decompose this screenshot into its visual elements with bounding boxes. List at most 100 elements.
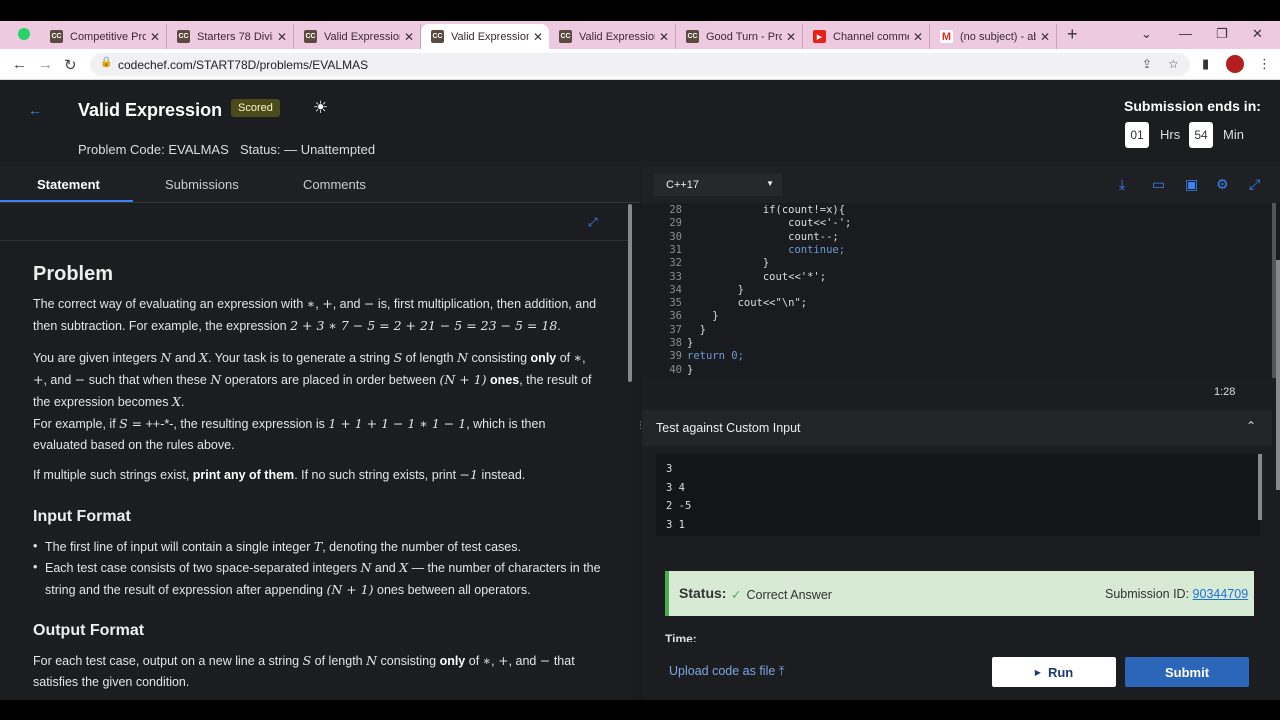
problem-paragraph: If multiple such strings exist, print an…	[33, 467, 526, 482]
fullscreen-icon[interactable]: ⤢	[1249, 176, 1260, 193]
custom-input-title: Test against Custom Input	[656, 421, 801, 435]
problem-paragraph: The correct way of evaluating an express…	[33, 296, 597, 333]
page-scrollbar[interactable]	[1276, 260, 1280, 490]
codechef-favicon-icon: CC	[686, 30, 699, 43]
tab-comments[interactable]: Comments	[303, 177, 366, 192]
input-scrollbar[interactable]	[1258, 454, 1262, 520]
browser-tab[interactable]: ▶ Channel comme ✕	[803, 24, 930, 49]
editor-toolbar: C++17 ▼ ⤓ ▭ ▣ ⚙ ⤢	[642, 166, 1280, 203]
share-icon[interactable]: ⇪	[1142, 57, 1152, 71]
custom-input-header[interactable]: Test against Custom Input ⌃	[642, 410, 1272, 446]
close-tab-icon[interactable]: ✕	[150, 30, 160, 44]
tab-search-chevron-icon[interactable]: ⌄	[1141, 26, 1152, 42]
tab-submissions[interactable]: Submissions	[165, 177, 239, 192]
code-line: 32 }	[669, 257, 770, 270]
minimize-icon[interactable]: —	[1179, 26, 1192, 41]
action-bar: Upload code as file ⤒ ▶ Run Submit	[642, 642, 1280, 700]
bookmark-star-icon[interactable]: ☆	[1168, 57, 1179, 71]
code-editor[interactable]: 28 if(count!=x){ 29 cout<<'-'; 30 count-…	[642, 203, 1280, 378]
minutes-box: 54	[1189, 122, 1213, 148]
code-line: 38}	[669, 337, 694, 349]
close-tab-icon[interactable]: ✕	[533, 30, 543, 44]
code-line: 37 }	[669, 323, 706, 336]
top-black-bar	[0, 0, 1280, 21]
problem-tabs: Statement Submissions Comments	[0, 166, 640, 203]
back-arrow-icon[interactable]: ←	[28, 102, 42, 118]
back-arrow-icon[interactable]: ←	[12, 56, 27, 73]
tab-title: Valid Expression	[451, 30, 529, 43]
codechef-favicon-icon: CC	[559, 30, 572, 43]
tab-title: Good Turn - Pro	[706, 30, 782, 43]
submission-id-link[interactable]: 90344709	[1193, 587, 1249, 601]
tab-statement[interactable]: Statement	[37, 177, 100, 192]
youtube-favicon-icon: ▶	[813, 30, 826, 43]
codechef-favicon-icon: CC	[431, 30, 444, 43]
problem-status: Status: — Unattempted	[240, 142, 376, 157]
run-button[interactable]: ▶ Run	[992, 657, 1116, 687]
gmail-favicon-icon: M	[940, 30, 953, 43]
tab-title: (no subject) - ab	[960, 30, 1036, 43]
pane-divider[interactable]	[632, 203, 642, 700]
more-menu-icon[interactable]: ⋮	[1258, 56, 1271, 72]
language-value: C++17	[666, 179, 700, 191]
tab-title: Valid Expression	[579, 30, 655, 43]
theme-toggle-sun-icon[interactable]: ☀	[313, 98, 328, 118]
browser-tab[interactable]: CC Competitive Pro ✕	[40, 24, 167, 49]
maximize-icon[interactable]: ❐	[1216, 26, 1228, 42]
close-tab-icon[interactable]: ✕	[404, 30, 414, 44]
tab-title: Starters 78 Divisi	[197, 30, 273, 43]
close-tab-icon[interactable]: ✕	[277, 30, 287, 44]
browser-tab[interactable]: M (no subject) - ab ✕	[930, 24, 1057, 49]
browser-tab[interactable]: CC Good Turn - Pro ✕	[676, 24, 803, 49]
browser-tab[interactable]: CC Valid Expression ✕	[294, 24, 421, 49]
screen: CC Competitive Pro ✕ CC Starters 78 Divi…	[0, 0, 1280, 720]
list-item: Each test case consists of two space-sep…	[33, 557, 605, 601]
problem-paragraph: For each test case, output on a new line…	[33, 653, 575, 689]
save-icon[interactable]: ▣	[1185, 176, 1198, 193]
upload-icon: ⤒	[778, 664, 785, 678]
submission-id: Submission ID: 90344709	[1105, 587, 1249, 601]
tab-title: Channel comme	[833, 30, 909, 43]
settings-gear-icon[interactable]: ⚙	[1216, 176, 1229, 193]
sidepanel-icon[interactable]: ▮	[1202, 56, 1209, 72]
problem-statement: ⤢ Problem The correct way of evaluating …	[0, 203, 632, 700]
close-tab-icon[interactable]: ✕	[913, 30, 923, 44]
codechef-favicon-icon: CC	[50, 30, 63, 43]
submission-ends-label: Submission ends in:	[1124, 98, 1261, 114]
status-label: Status:	[679, 585, 727, 601]
divider	[0, 240, 632, 241]
custom-input-field[interactable]: 3 3 4 2 -5 3 1	[656, 454, 1260, 536]
browser-tab[interactable]: CC Starters 78 Divisi ✕	[167, 24, 294, 49]
code-line: 35 cout<<"\n";	[669, 297, 808, 310]
status-value: ✓ Correct Answer	[731, 588, 832, 602]
profile-avatar[interactable]	[1226, 55, 1244, 73]
submit-button[interactable]: Submit	[1125, 657, 1249, 687]
comment-icon[interactable]: ▭	[1152, 176, 1165, 193]
language-select[interactable]: C++17 ▼	[654, 174, 782, 196]
problem-header: ← Valid Expression Scored ☀ Problem Code…	[0, 80, 1280, 166]
reload-icon[interactable]: ↻	[64, 56, 77, 74]
new-tab-button[interactable]: +	[1067, 24, 1078, 45]
url-field[interactable]: 🔒 codechef.com/START78D/problems/EVALMAS…	[90, 53, 1190, 76]
forward-arrow-icon[interactable]: →	[38, 56, 53, 73]
browser-tab-active[interactable]: CC Valid Expression ✕	[421, 24, 549, 49]
close-window-icon[interactable]: ✕	[1252, 26, 1263, 42]
browser-tab-strip: CC Competitive Pro ✕ CC Starters 78 Divi…	[0, 21, 1280, 49]
browser-tab[interactable]: CC Valid Expression ✕	[549, 24, 676, 49]
close-tab-icon[interactable]: ✕	[1040, 30, 1050, 44]
bottom-black-bar	[0, 700, 1280, 720]
minutes-label: Min	[1223, 127, 1244, 142]
close-tab-icon[interactable]: ✕	[659, 30, 669, 44]
codechef-favicon-icon: CC	[177, 30, 190, 43]
code-line: 34 }	[669, 283, 744, 296]
problem-paragraph: You are given integers N and X. Your tas…	[33, 350, 592, 452]
problem-code: Problem Code: EVALMAS	[78, 142, 229, 157]
chevron-up-icon[interactable]: ⌃	[1246, 419, 1256, 433]
scored-badge: Scored	[231, 99, 280, 117]
expand-icon[interactable]: ⤢	[588, 215, 598, 230]
hours-box: 01	[1125, 122, 1149, 148]
chrome-whatsapp-icon[interactable]	[18, 28, 30, 40]
upload-code-link[interactable]: Upload code as file ⤒	[669, 664, 784, 679]
close-tab-icon[interactable]: ✕	[786, 30, 796, 44]
download-icon[interactable]: ⤓	[1119, 176, 1125, 193]
